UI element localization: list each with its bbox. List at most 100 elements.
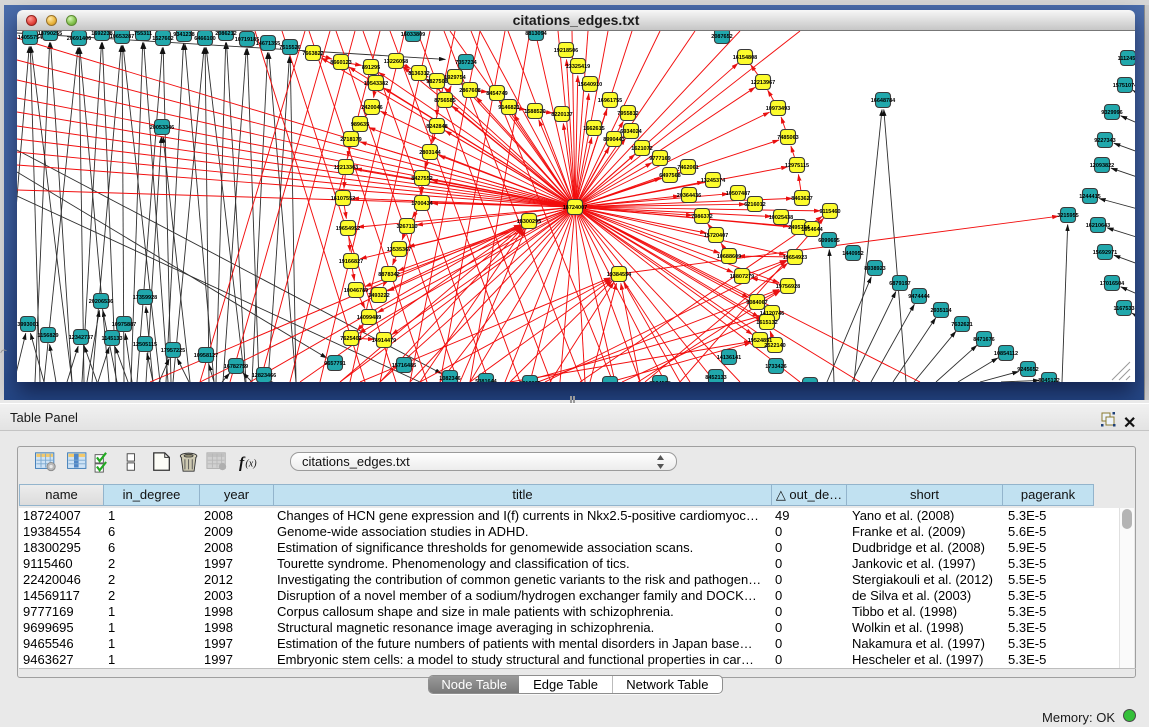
svg-text:7625402: 7625402	[340, 336, 361, 342]
svg-text:19654952: 19654952	[336, 226, 360, 232]
svg-text:9657791: 9657791	[324, 361, 345, 367]
svg-text:1700434: 1700434	[411, 201, 433, 207]
svg-text:3493222: 3493222	[368, 293, 389, 299]
svg-text:10653287: 10653287	[110, 34, 134, 40]
svg-text:12093822: 12093822	[1090, 163, 1114, 169]
svg-text:8756585: 8756585	[434, 98, 455, 104]
svg-text:8463627: 8463627	[791, 196, 812, 202]
svg-text:15720407: 15720407	[704, 233, 728, 239]
svg-text:9084067: 9084067	[746, 300, 767, 306]
svg-text:13226058: 13226058	[384, 59, 408, 65]
svg-text:14136141: 14136141	[717, 355, 741, 361]
svg-text:7663822: 7663822	[302, 51, 323, 57]
svg-text:15716485: 15716485	[392, 363, 416, 369]
svg-text:8220137: 8220137	[551, 112, 572, 118]
svg-text:12342737: 12342737	[69, 335, 93, 341]
svg-text:2087652: 2087652	[711, 34, 732, 40]
svg-text:14914479: 14914479	[372, 338, 396, 344]
svg-text:14120746: 14120746	[760, 311, 784, 317]
svg-text:8660123: 8660123	[330, 60, 351, 66]
svg-text:7485063: 7485063	[777, 135, 798, 141]
svg-text:12213363: 12213363	[334, 165, 358, 171]
svg-text:13535367: 13535367	[387, 247, 411, 253]
svg-text:1615132: 1615132	[756, 320, 777, 326]
svg-text:1954644: 1954644	[801, 227, 823, 233]
svg-text:1082346: 1082346	[439, 376, 460, 382]
svg-text:1440952: 1440952	[842, 251, 863, 257]
svg-text:6934024: 6934024	[620, 129, 642, 135]
svg-text:1662615: 1662615	[583, 126, 604, 132]
svg-text:3267110: 3267110	[396, 224, 417, 230]
svg-text:2718179: 2718179	[340, 137, 361, 143]
svg-text:2803144: 2803144	[419, 150, 441, 156]
svg-text:9474444: 9474444	[908, 294, 930, 300]
svg-text:20364436: 20364436	[677, 193, 701, 199]
svg-text:1588520: 1588520	[524, 109, 545, 115]
svg-text:989635: 989635	[351, 122, 369, 128]
svg-text:7357234: 7357234	[455, 60, 477, 66]
svg-text:1244415: 1244415	[1079, 194, 1100, 200]
svg-text:1167533: 1167533	[1113, 306, 1134, 312]
svg-text:9115460: 9115460	[819, 209, 840, 215]
svg-text:20691406: 20691406	[67, 36, 91, 42]
svg-text:7462061: 7462061	[677, 165, 698, 171]
svg-text:3124578: 3124578	[649, 381, 670, 382]
svg-text:8454749: 8454749	[486, 91, 507, 97]
svg-text:10507487: 10507487	[726, 191, 750, 197]
svg-text:5381644: 5381644	[475, 379, 497, 382]
svg-text:10854112: 10854112	[994, 351, 1018, 357]
svg-text:2086212: 2086212	[215, 31, 236, 37]
svg-text:8045122: 8045122	[1038, 378, 1059, 382]
svg-text:13245374: 13245374	[701, 178, 726, 184]
svg-text:19166827: 19166827	[339, 259, 363, 265]
svg-text:15692971: 15692971	[1093, 250, 1117, 256]
svg-text:8990443: 8990443	[603, 137, 624, 143]
svg-text:20206536: 20206536	[89, 299, 113, 305]
svg-text:7515526: 7515526	[279, 45, 300, 51]
svg-text:19654923: 19654923	[783, 255, 807, 261]
svg-text:(x): (x)	[245, 459, 257, 470]
svg-text:20053346: 20053346	[150, 125, 174, 131]
svg-text:7632621: 7632621	[951, 322, 972, 328]
svg-text:17359928: 17359928	[133, 295, 157, 301]
svg-text:10975887: 10975887	[112, 322, 136, 328]
svg-text:16961755: 16961755	[598, 98, 622, 104]
svg-text:12505115: 12505115	[133, 342, 157, 348]
svg-text:9612335: 9612335	[519, 381, 540, 382]
svg-text:8878342: 8878342	[378, 272, 399, 278]
svg-text:8938923: 8938923	[864, 266, 885, 272]
svg-text:16782759: 16782759	[224, 364, 248, 370]
svg-text:18724007: 18724007	[563, 205, 587, 211]
svg-text:9227343: 9227343	[1094, 138, 1115, 144]
svg-text:9777169: 9777169	[649, 156, 670, 162]
svg-text:19384554: 19384554	[607, 272, 632, 278]
svg-text:16033809: 16033809	[401, 32, 425, 38]
svg-text:18807279: 18807279	[730, 274, 754, 280]
svg-text:8242848: 8242848	[426, 124, 447, 130]
svg-text:2935114: 2935114	[930, 308, 952, 314]
svg-text:12213967: 12213967	[751, 80, 775, 86]
svg-text:7955812: 7955812	[617, 111, 638, 117]
svg-text:1156829: 1156829	[37, 333, 58, 339]
svg-text:19218506: 19218506	[554, 48, 578, 54]
svg-text:12823466: 12823466	[252, 373, 276, 379]
svg-text:12975115: 12975115	[785, 163, 809, 169]
svg-text:19756928: 19756928	[776, 284, 800, 290]
svg-text:17016504: 17016504	[1100, 281, 1125, 287]
svg-text:16648784: 16648784	[871, 98, 896, 104]
svg-text:10543382: 10543382	[364, 81, 388, 87]
svg-text:15640910: 15640910	[578, 82, 602, 88]
svg-text:9329996: 9329996	[1101, 110, 1122, 116]
svg-text:8136312: 8136312	[408, 71, 429, 77]
svg-text:9146821: 9146821	[498, 105, 519, 111]
svg-text:2420046: 2420046	[361, 105, 382, 111]
svg-text:14671355: 14671355	[256, 41, 280, 47]
svg-text:1621072: 1621072	[631, 146, 652, 152]
svg-text:10958127: 10958127	[194, 353, 218, 359]
svg-text:891295: 891295	[362, 65, 380, 71]
svg-text:16107552: 16107552	[331, 196, 355, 202]
svg-text:16154808: 16154808	[733, 55, 757, 61]
svg-text:10688609: 10688609	[717, 254, 741, 260]
svg-text:6879197: 6879197	[889, 281, 910, 287]
svg-text:8813094: 8813094	[525, 31, 547, 37]
